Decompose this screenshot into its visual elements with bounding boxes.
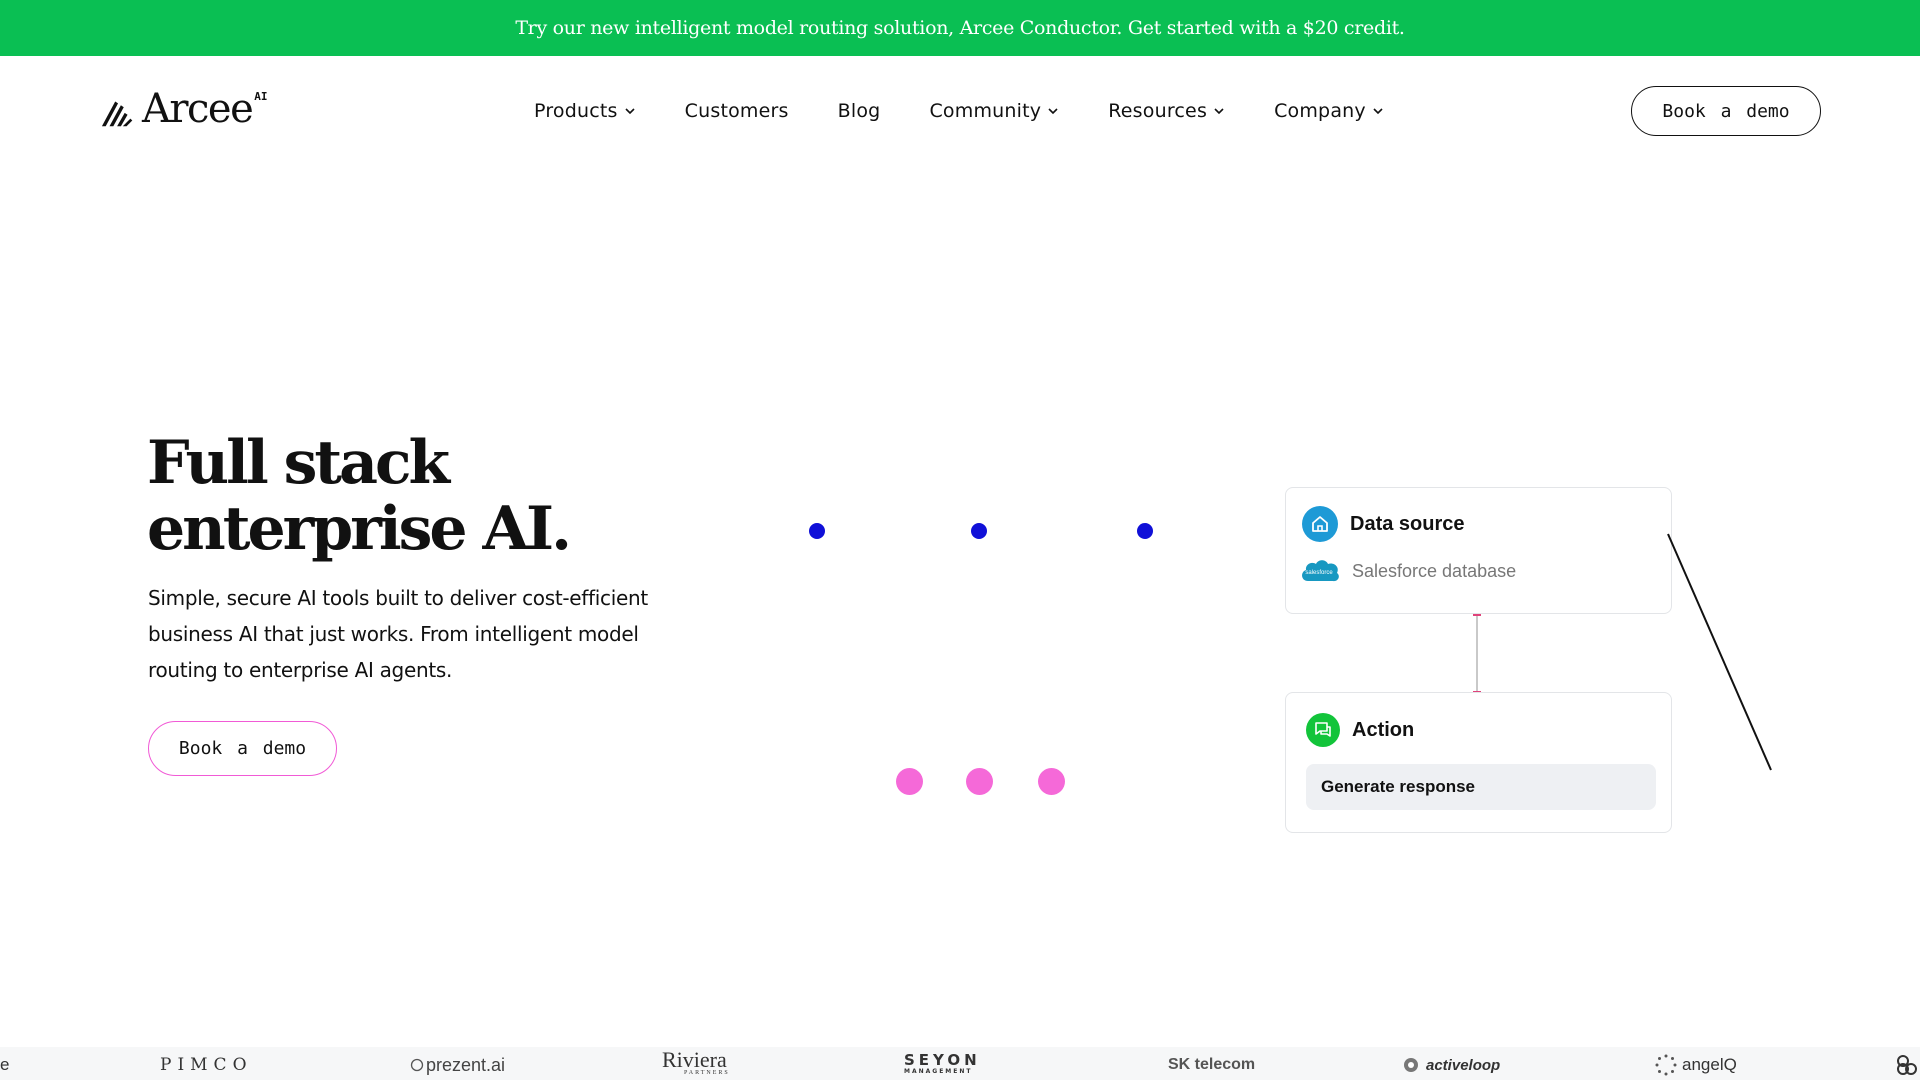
- chevron-down-icon: [1214, 108, 1224, 115]
- diagram-line: [1667, 533, 1772, 771]
- arcee-logo[interactable]: Arcee AI: [100, 88, 268, 130]
- hero-title-line-2: enterprise AI.: [147, 494, 572, 564]
- logo-wordmark: Arcee: [142, 86, 254, 132]
- seyon-text: SEYON: [904, 1051, 981, 1069]
- nav-customers[interactable]: Customers: [685, 100, 789, 122]
- arcee-logo-mark-icon: [101, 101, 133, 127]
- activeloop-logo: activeloop: [1402, 1051, 1500, 1079]
- edge-logo-left: e: [0, 1051, 9, 1079]
- salesforce-logo-text: salesforce: [1305, 570, 1333, 576]
- nav-community[interactable]: Community: [929, 100, 1059, 122]
- card-connector: [1473, 614, 1480, 692]
- activeloop-icon: [1404, 1058, 1418, 1072]
- angelq-logo: angelQ: [1654, 1051, 1737, 1079]
- data-source-title: Data source: [1350, 512, 1465, 535]
- site-header: Arcee AI Products Customers Blog Communi…: [0, 56, 1920, 166]
- riviera-text: Riviera: [662, 1047, 727, 1072]
- sk-telecom-logo: SK telecom: [1168, 1051, 1255, 1079]
- action-title: Action: [1352, 718, 1415, 741]
- nav-label: Products: [534, 100, 618, 122]
- pimco-logo: PIMCO: [160, 1051, 253, 1079]
- nav-label: Community: [929, 100, 1042, 122]
- sk-telecom-text: SK telecom: [1168, 1056, 1256, 1073]
- action-header: Action: [1306, 713, 1414, 747]
- logo-superscript: AI: [254, 90, 268, 103]
- data-source-card: Data source salesforce Salesforce databa…: [1285, 487, 1672, 614]
- edge-logo-right: [1896, 1051, 1918, 1079]
- hero-subtitle: Simple, secure AI tools built to deliver…: [148, 586, 648, 682]
- riviera-subtext: PARTNERS: [684, 1070, 730, 1076]
- customer-logo-strip: e PIMCO prezent.ai Riviera PARTNERS SEYO…: [0, 1047, 1920, 1080]
- announcement-text[interactable]: Try our new intelligent model routing so…: [515, 17, 1405, 39]
- chat-icon: [1306, 713, 1340, 747]
- chevron-down-icon: [625, 108, 635, 115]
- book-demo-button-header[interactable]: Book a demo: [1631, 86, 1821, 136]
- data-source-row: salesforce Salesforce database: [1298, 555, 1516, 587]
- salesforce-logo-icon: salesforce: [1302, 560, 1339, 582]
- pimco-text: PIMCO: [160, 1055, 253, 1075]
- diagram-dot: [966, 768, 993, 795]
- diagram-dot: [896, 768, 923, 795]
- diagram-dot: [1137, 523, 1153, 539]
- announcement-bar[interactable]: Try our new intelligent model routing so…: [0, 0, 1920, 56]
- prezent-circle-icon: [410, 1058, 424, 1072]
- partial-logo-icon: [1897, 1055, 1917, 1075]
- diagram-dot: [809, 523, 825, 539]
- nav-products[interactable]: Products: [534, 100, 636, 122]
- nav-blog[interactable]: Blog: [838, 100, 881, 122]
- nav-company[interactable]: Company: [1274, 100, 1384, 122]
- nav-label: Blog: [837, 100, 881, 122]
- nav-label: Customers: [684, 100, 789, 122]
- chevron-down-icon: [1373, 108, 1383, 115]
- angelq-dots-icon: [1655, 1054, 1677, 1076]
- hero-title: Full stack enterprise AI.: [147, 430, 747, 562]
- riviera-logo: Riviera PARTNERS: [662, 1047, 730, 1078]
- activeloop-text: activeloop: [1426, 1056, 1501, 1074]
- seyon-subtext: MANAGEMENT: [904, 1068, 973, 1075]
- prezent-text: prezent.ai: [426, 1054, 506, 1075]
- nav-label: Resources: [1108, 100, 1208, 122]
- data-source-header: Data source: [1302, 506, 1465, 542]
- main-nav: Products Customers Blog Community Resour…: [534, 56, 1433, 166]
- diagram-dot: [971, 523, 987, 539]
- angelq-text: angelQ: [1682, 1055, 1737, 1074]
- seyon-logo: SEYON MANAGEMENT: [904, 1052, 981, 1080]
- edge-logo-text: e: [0, 1055, 10, 1074]
- diagram-dot: [1038, 768, 1065, 795]
- book-demo-button-hero[interactable]: Book a demo: [148, 721, 337, 776]
- chevron-down-icon: [1048, 108, 1058, 115]
- nav-label: Company: [1274, 100, 1366, 122]
- home-icon: [1302, 506, 1338, 542]
- prezent-logo: prezent.ai: [410, 1051, 505, 1079]
- action-card: Action Generate response: [1285, 692, 1672, 833]
- generate-response-step[interactable]: Generate response: [1306, 764, 1656, 810]
- data-source-label: Salesforce database: [1352, 560, 1517, 581]
- hero-title-line-1: Full stack: [147, 428, 450, 498]
- nav-resources[interactable]: Resources: [1108, 100, 1225, 122]
